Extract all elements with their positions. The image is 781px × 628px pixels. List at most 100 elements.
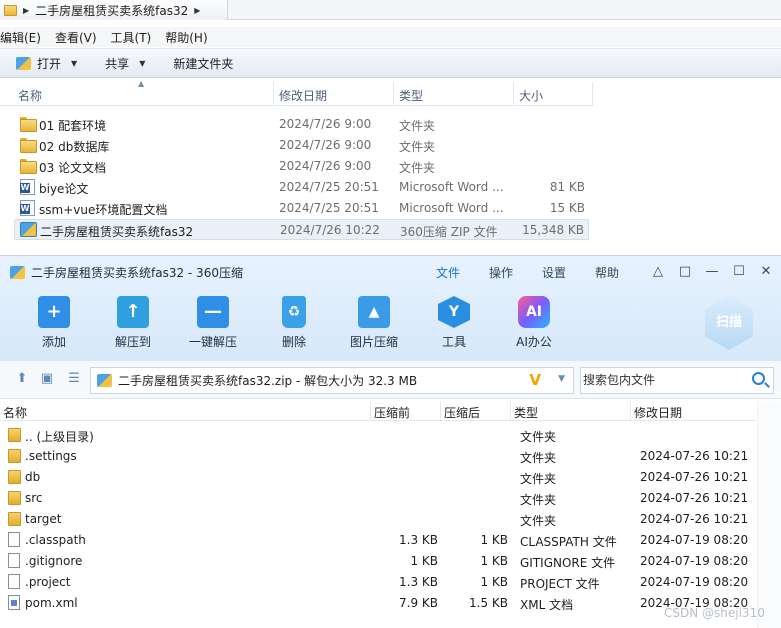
ai-office-button[interactable]: AI AI办公 [498, 296, 570, 350]
xml-file-icon [8, 595, 20, 610]
column-type[interactable]: 类型 [399, 87, 423, 104]
extract-to-button[interactable]: ↑ 解压到 [97, 296, 169, 350]
chevron-right-icon[interactable]: ▶ [23, 6, 29, 15]
column-divider[interactable] [273, 82, 274, 106]
column-divider[interactable] [592, 82, 593, 106]
column-modified[interactable]: 修改日期 [279, 87, 327, 104]
scrollbar[interactable] [757, 401, 781, 628]
minimize-icon[interactable]: — [705, 264, 719, 278]
title-bar: 二手房屋租赁买卖系统fas32 - 360压缩 [10, 264, 243, 281]
archive-path-text: 二手房屋租赁买卖系统fas32.zip - 解包大小为 32.3 MB [118, 374, 418, 388]
entry-type: PROJECT 文件 [520, 577, 600, 591]
file-row[interactable]: ssm+vue环境配置文档 2024/7/25 20:51 Microsoft Wo… [14, 198, 589, 219]
tools-icon: Y [438, 296, 470, 328]
menu-help[interactable]: 帮助 [595, 264, 619, 281]
v-badge-icon[interactable]: V [529, 371, 541, 389]
column-size[interactable]: 大小 [519, 87, 543, 104]
image-compress-button[interactable]: ▲ 图片压缩 [338, 296, 410, 350]
zip-entry-row[interactable]: .project 1.3 KB 1 KB PROJECT 文件 2024-07-19 0… [0, 572, 755, 593]
zip-entry-row[interactable]: .. (上级目录) 文件夹 [0, 425, 755, 446]
zip-menu: 文件 操作 设置 帮助 [436, 264, 648, 281]
search-icon[interactable] [752, 372, 765, 385]
column-divider[interactable] [440, 401, 441, 421]
new-folder-label: 新建文件夹 [173, 56, 234, 71]
chevron-right-icon[interactable]: ▶ [194, 6, 200, 15]
menu-help[interactable]: 帮助(H) [165, 29, 207, 46]
file-row[interactable]: biye论文 2024/7/25 20:51 Microsoft Word ... 8… [14, 177, 589, 198]
list-view-icon[interactable]: ☰ [66, 372, 82, 386]
menu-tools[interactable]: 工具(T) [111, 29, 152, 46]
menu-view[interactable]: 查看(V) [55, 29, 97, 46]
entry-size-after: 1.5 KB [469, 596, 508, 610]
zip-entry-row[interactable]: .classpath 1.3 KB 1 KB CLASSPATH 文件 2024-07-… [0, 530, 755, 551]
tools-button[interactable]: Y 工具 [418, 296, 490, 350]
one-click-extract-button[interactable]: — 一键解压 [177, 296, 249, 350]
breadcrumb[interactable]: ▶ 二手房屋租赁买卖系统fas32 ▶ [0, 0, 228, 20]
file-row[interactable]: 二手房屋租赁买卖系统fas32 2024/7/26 10:22 360压缩 ZIP … [14, 219, 589, 240]
file-modified: 2024/7/26 9:00 [279, 117, 372, 131]
column-type[interactable]: 类型 [514, 404, 538, 421]
menu-settings[interactable]: 设置 [542, 264, 566, 281]
file-name: 02 db数据库 [39, 140, 110, 154]
file-modified: 2024/7/25 20:51 [279, 180, 379, 194]
chevron-down-icon[interactable]: ▼ [558, 374, 565, 384]
column-modified[interactable]: 修改日期 [634, 404, 682, 421]
file-icon [8, 532, 20, 547]
column-divider[interactable] [370, 401, 371, 421]
feedback-icon[interactable]: □ [678, 264, 692, 278]
entry-size-after: 1 KB [480, 533, 508, 547]
column-divider[interactable] [393, 82, 394, 106]
search-input[interactable]: 搜索包内文件 [580, 367, 774, 394]
file-modified: 2024/7/26 10:22 [280, 223, 380, 237]
menu-edit[interactable]: 编辑(E) [0, 29, 41, 46]
column-name[interactable]: 名称 [3, 404, 27, 421]
entry-modified: 2024-07-26 10:21 [640, 512, 749, 526]
chevron-down-icon: ▼ [71, 58, 78, 68]
skin-icon[interactable]: △ [651, 264, 665, 278]
column-name[interactable]: 名称 [18, 87, 42, 104]
scan-button[interactable]: 扫描 [705, 296, 753, 350]
delete-button[interactable]: ♻ 删除 [258, 296, 330, 350]
entry-name: .. (上级目录) [25, 430, 94, 444]
zip-entry-row[interactable]: target 文件夹 2024-07-26 10:21 [0, 509, 755, 530]
column-header: 名称 ▲ 修改日期 类型 大小 [0, 79, 593, 106]
add-icon: + [38, 296, 70, 328]
zip-header: 二手房屋租赁买卖系统fas32 - 360压缩 文件 操作 设置 帮助 △ □ … [0, 256, 781, 361]
entry-type: CLASSPATH 文件 [520, 535, 617, 549]
add-button[interactable]: + 添加 [18, 296, 90, 350]
new-folder-button[interactable]: 新建文件夹 [173, 55, 233, 72]
share-button[interactable]: 共享 ▼ [105, 55, 145, 72]
zip-entry-row[interactable]: db 文件夹 2024-07-26 10:21 [0, 467, 755, 488]
file-icon [8, 553, 20, 568]
archive-path-field[interactable]: 二手房屋租赁买卖系统fas32.zip - 解包大小为 32.3 MB V ▼ [90, 367, 574, 394]
close-icon[interactable]: ✕ [759, 264, 773, 278]
column-before[interactable]: 压缩前 [374, 404, 410, 421]
entry-modified: 2024-07-26 10:21 [640, 491, 749, 505]
column-divider[interactable] [630, 401, 631, 421]
column-divider[interactable] [513, 82, 514, 106]
zip-entry-row[interactable]: pom.xml 7.9 KB 1.5 KB XML 文档 2024-07-19 08:2… [0, 593, 755, 614]
maximize-icon[interactable]: ☐ [732, 264, 746, 278]
window-controls: △ □ — ☐ ✕ [651, 264, 773, 278]
zip-entry-row[interactable]: .settings 文件夹 2024-07-26 10:21 [0, 446, 755, 467]
file-row[interactable]: 02 db数据库 2024/7/26 9:00 文件夹 [14, 135, 589, 156]
menu-operation[interactable]: 操作 [489, 264, 513, 281]
zip-entry-row[interactable]: .gitignore 1 KB 1 KB GITIGNORE 文件 2024-07-19… [0, 551, 755, 572]
column-divider[interactable] [510, 401, 511, 421]
share-label: 共享 [105, 56, 130, 71]
menu-file[interactable]: 文件 [436, 264, 460, 281]
add-label: 添加 [41, 335, 66, 349]
up-arrow-icon[interactable]: ⬆ [14, 372, 30, 386]
entry-name: src [25, 491, 43, 505]
column-after[interactable]: 压缩后 [444, 404, 480, 421]
thumbnail-view-icon[interactable]: ▣ [39, 372, 55, 386]
file-row[interactable]: 03 论文文档 2024/7/26 9:00 文件夹 [14, 156, 589, 177]
entry-size-before: 1 KB [410, 554, 438, 568]
breadcrumb-item[interactable]: 二手房屋租赁买卖系统fas32 [35, 2, 188, 19]
zip-entry-row[interactable]: src 文件夹 2024-07-26 10:21 [0, 488, 755, 509]
folder-icon [20, 159, 37, 174]
file-size: 15 KB [549, 201, 585, 215]
open-button[interactable]: 打开 ▼ [16, 55, 77, 72]
word-doc-icon [20, 200, 35, 216]
file-row[interactable]: 01 配套环境 2024/7/26 9:00 文件夹 [14, 114, 589, 135]
